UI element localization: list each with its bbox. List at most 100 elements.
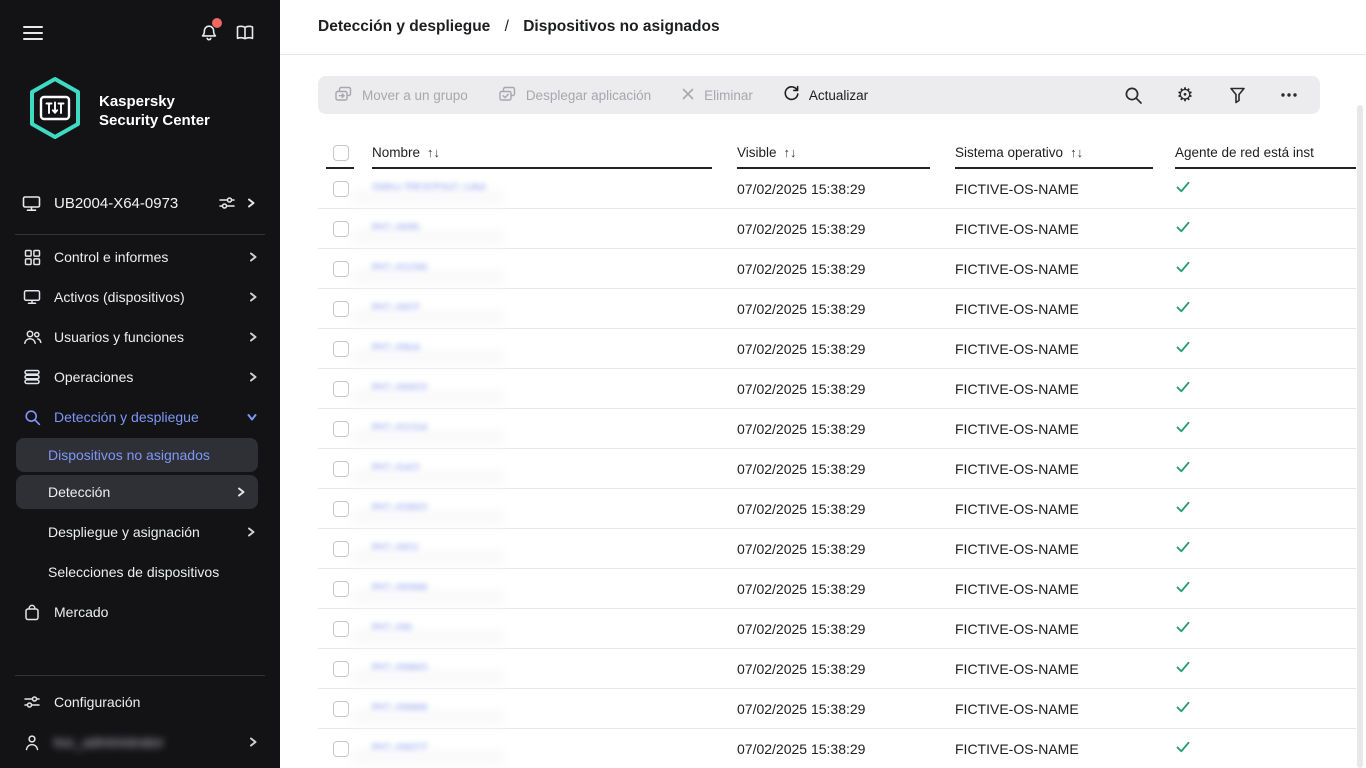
search-icon: [22, 409, 42, 426]
os-name: FICTIVE-OS-NAME: [955, 301, 1175, 317]
device-name-link[interactable]: PC-09: [372, 621, 412, 637]
vertical-scrollbar[interactable]: [1357, 105, 1363, 768]
sidebar-item-deteccion-y-despliegue[interactable]: Detección y despliegue: [0, 397, 280, 437]
row-checkbox[interactable]: [333, 501, 349, 517]
chevron-right-icon: [248, 736, 258, 748]
sidebar-item-deteccion[interactable]: Detección: [16, 475, 258, 509]
os-name: FICTIVE-OS-NAME: [955, 461, 1175, 477]
documentation-book-icon[interactable]: [234, 22, 256, 44]
row-checkbox[interactable]: [333, 221, 349, 237]
row-checkbox[interactable]: [333, 421, 349, 437]
row-checkbox[interactable]: [333, 181, 349, 197]
sidebar-item-user-account[interactable]: ksc_administrator: [0, 722, 280, 762]
row-checkbox[interactable]: [333, 381, 349, 397]
refresh-icon: [783, 85, 800, 105]
row-checkbox[interactable]: [333, 741, 349, 757]
device-name-link[interactable]: PC-0927: [372, 741, 427, 757]
more-options-icon[interactable]: [1276, 82, 1302, 108]
move-to-group-icon: [334, 85, 353, 106]
table-row: PC-0106 07/02/2025 15:38:29 FICTIVE-OS-N…: [318, 249, 1356, 289]
sidebar-item-despliegue-y-asignacion[interactable]: Despliegue y asignación: [0, 512, 280, 552]
device-name-link[interactable]: SRV-TESTSC-VM: [372, 181, 485, 197]
sidebar-item-activos[interactable]: Activos (dispositivos): [0, 277, 280, 317]
refresh-button[interactable]: Actualizar: [783, 85, 868, 105]
row-checkbox[interactable]: [333, 701, 349, 717]
device-name-link[interactable]: PC-007: [372, 301, 419, 317]
main-area: Detección y despliegue / Dispositivos no…: [280, 0, 1366, 768]
sort-icon[interactable]: ↑↓: [427, 145, 440, 160]
chevron-right-icon: [248, 291, 258, 303]
device-name-link[interactable]: PC-09A: [372, 341, 421, 357]
server-name: UB2004-X64-0973: [54, 195, 218, 212]
sort-icon[interactable]: ↑↓: [784, 145, 797, 160]
device-name-link[interactable]: PC-0002: [372, 381, 427, 397]
device-name-link[interactable]: PC-0392: [372, 501, 427, 517]
device-name-link[interactable]: PC-042: [372, 461, 419, 477]
row-checkbox[interactable]: [333, 341, 349, 357]
row-checkbox[interactable]: [333, 541, 349, 557]
server-selector[interactable]: UB2004-X64-0973: [0, 189, 266, 217]
column-header-sistema-operativo[interactable]: Sistema operativo: [955, 145, 1063, 160]
sidebar-item-control-e-informes[interactable]: Control e informes: [0, 237, 280, 277]
device-table-body: SRV-TESTSC-VM 07/02/2025 15:38:29 FICTIV…: [318, 169, 1356, 768]
table-row: PC-042 07/02/2025 15:38:29 FICTIVE-OS-NA…: [318, 449, 1356, 489]
device-name-link[interactable]: PC-0106: [372, 261, 427, 277]
check-icon: [1175, 380, 1191, 397]
device-name-link[interactable]: PC-0098: [372, 581, 427, 597]
row-checkbox[interactable]: [333, 301, 349, 317]
visible-timestamp: 07/02/2025 15:38:29: [737, 381, 955, 397]
os-name: FICTIVE-OS-NAME: [955, 741, 1175, 757]
check-icon: [1175, 580, 1191, 597]
table-row: PC-0392 07/02/2025 15:38:29 FICTIVE-OS-N…: [318, 489, 1356, 529]
visible-timestamp: 07/02/2025 15:38:29: [737, 501, 955, 517]
sidebar-top-bar: [0, 0, 280, 44]
check-icon: [1175, 540, 1191, 557]
content: Mover a un grupo Desplegar aplicación El…: [280, 55, 1366, 768]
sidebar: Kaspersky Security Center UB2004-X64-097…: [0, 0, 280, 768]
delete-button[interactable]: Eliminar: [681, 87, 753, 104]
sidebar-item-operaciones[interactable]: Operaciones: [0, 357, 280, 397]
notifications-bell-icon[interactable]: [198, 22, 220, 44]
brand-name: Kaspersky Security Center: [99, 92, 210, 130]
sidebar-item-configuracion[interactable]: Configuración: [0, 682, 280, 722]
os-name: FICTIVE-OS-NAME: [955, 261, 1175, 277]
device-name-link[interactable]: PC-0988: [372, 701, 427, 717]
monitor-icon: [22, 289, 42, 305]
column-header-agente-de-red[interactable]: Agente de red está inst: [1175, 145, 1314, 160]
row-checkbox[interactable]: [333, 661, 349, 677]
row-checkbox[interactable]: [333, 461, 349, 477]
breadcrumb-link-deteccion[interactable]: Detección y despliegue: [318, 18, 490, 35]
column-header-visible[interactable]: Visible: [737, 145, 777, 160]
deploy-application-icon: [498, 85, 517, 106]
check-icon: [1175, 500, 1191, 517]
table-row: PC-005 07/02/2025 15:38:29 FICTIVE-OS-NA…: [318, 209, 1356, 249]
row-checkbox[interactable]: [333, 621, 349, 637]
gear-icon[interactable]: ⚙: [1172, 82, 1198, 108]
device-name-link[interactable]: PC-001: [372, 541, 419, 557]
sidebar-item-mercado[interactable]: Mercado: [0, 592, 280, 632]
device-name-link[interactable]: PC-005: [372, 221, 419, 237]
device-name-link[interactable]: PC-0960: [372, 661, 427, 677]
server-settings-icon[interactable]: [218, 195, 236, 211]
visible-timestamp: 07/02/2025 15:38:29: [737, 741, 955, 757]
column-header-nombre[interactable]: Nombre: [372, 145, 420, 160]
device-name-link[interactable]: PC-0104: [372, 421, 427, 437]
row-checkbox[interactable]: [333, 261, 349, 277]
table-row: PC-001 07/02/2025 15:38:29 FICTIVE-OS-NA…: [318, 529, 1356, 569]
check-icon: [1175, 620, 1191, 637]
move-to-group-button[interactable]: Mover a un grupo: [334, 85, 468, 106]
sidebar-item-dispositivos-no-asignados[interactable]: Dispositivos no asignados: [16, 438, 258, 472]
sidebar-item-selecciones-de-dispositivos[interactable]: Selecciones de dispositivos: [0, 552, 280, 592]
select-all-checkbox[interactable]: [333, 145, 349, 161]
row-checkbox[interactable]: [333, 581, 349, 597]
filter-icon[interactable]: [1224, 82, 1250, 108]
search-icon[interactable]: [1120, 82, 1146, 108]
sidebar-item-usuarios[interactable]: Usuarios y funciones: [0, 317, 280, 357]
hamburger-menu-icon[interactable]: [22, 22, 44, 44]
check-icon: [1175, 740, 1191, 757]
sort-icon[interactable]: ↑↓: [1070, 145, 1083, 160]
page-title: Dispositivos no asignados: [523, 18, 719, 35]
table-row: PC-0988 07/02/2025 15:38:29 FICTIVE-OS-N…: [318, 689, 1356, 729]
chevron-right-icon: [246, 526, 256, 538]
deploy-application-button[interactable]: Desplegar aplicación: [498, 85, 651, 106]
